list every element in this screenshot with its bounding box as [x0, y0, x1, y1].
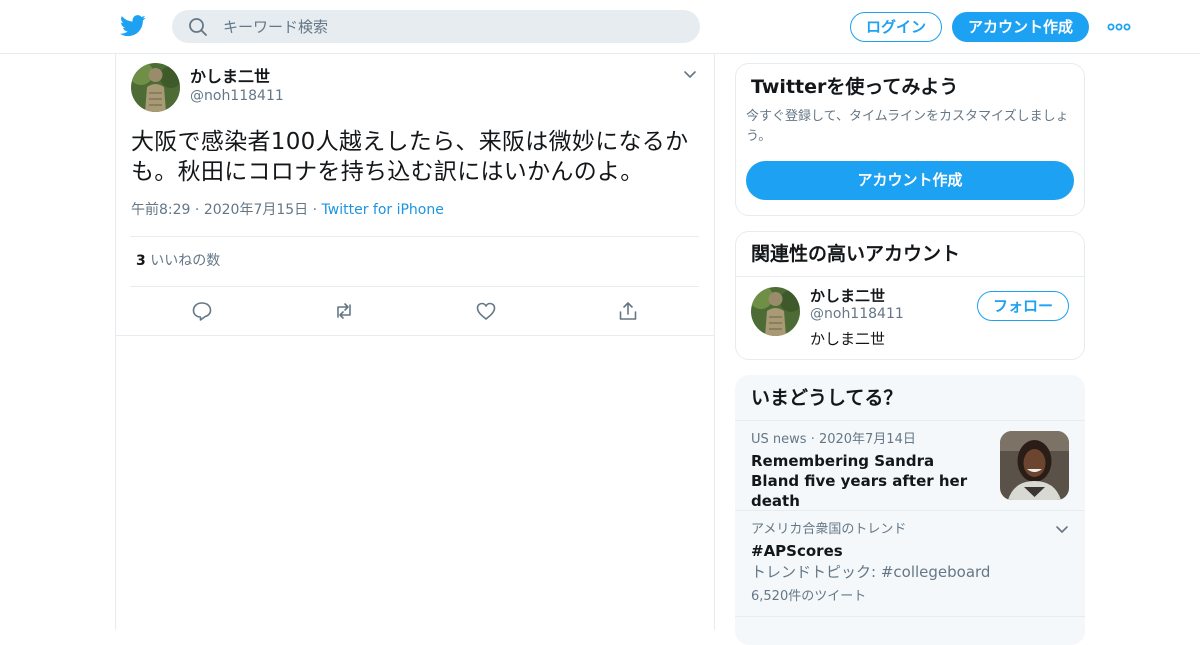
- related-account-name[interactable]: かしま二世: [810, 286, 885, 306]
- reply-icon[interactable]: [191, 300, 213, 322]
- news-date: 2020年7月14日: [818, 432, 916, 447]
- likes-count: 3: [136, 253, 146, 269]
- news-headline[interactable]: Remembering Sandra Bland five years afte…: [751, 451, 986, 511]
- signup-card-description: 今すぐ登録して、タイムラインをカスタマイズしましょう。: [746, 109, 1069, 144]
- chevron-down-icon[interactable]: [1055, 525, 1069, 535]
- meta-separator: ·: [312, 202, 322, 218]
- likes-label: いいねの数: [150, 253, 221, 269]
- avatar[interactable]: [131, 63, 180, 112]
- more-dots-icon[interactable]: [1107, 23, 1131, 31]
- search-input[interactable]: キーワード検索: [223, 17, 328, 37]
- search-icon: [189, 18, 207, 36]
- related-account-handle[interactable]: @noh118411: [810, 305, 904, 324]
- meta-separator: ·: [194, 202, 204, 218]
- news-thumbnail[interactable]: [1000, 431, 1069, 500]
- divider: [130, 236, 699, 237]
- likes-stat[interactable]: 3 いいねの数: [136, 251, 220, 271]
- related-accounts-title: 関連性の高いアカウント: [751, 243, 961, 265]
- related-account-bio: かしま二世: [810, 330, 886, 348]
- like-icon[interactable]: [475, 300, 497, 322]
- author-handle[interactable]: @noh118411: [190, 87, 284, 105]
- trend-tweet-count: 6,520件のツイート: [751, 589, 867, 604]
- author-name[interactable]: かしま二世: [190, 67, 270, 87]
- news-source: US news: [751, 432, 807, 447]
- tweet-text: 大阪で感染者100人越えしたら、来阪は微妙になるかも。秋田にコロナを持ち込む訳に…: [131, 129, 689, 185]
- signup-button[interactable]: アカウント作成: [952, 12, 1089, 42]
- login-button[interactable]: ログイン: [850, 12, 942, 42]
- search-bar[interactable]: キーワード検索: [172, 10, 700, 43]
- tweet-meta: 午前8:29 · 2020年7月15日 · Twitter for iPhone: [131, 200, 444, 220]
- meta-separator: ·: [810, 432, 819, 447]
- tweet-source-link[interactable]: Twitter for iPhone: [322, 202, 444, 218]
- news-meta: US news · 2020年7月14日: [751, 431, 916, 449]
- retweet-icon[interactable]: [333, 300, 355, 322]
- signup-card-button[interactable]: アカウント作成: [746, 161, 1074, 200]
- share-icon[interactable]: [617, 300, 639, 322]
- divider: [735, 510, 1085, 511]
- chevron-down-icon[interactable]: [683, 70, 697, 80]
- twitter-bird-icon[interactable]: [120, 14, 146, 38]
- divider: [116, 335, 714, 336]
- tweet-date[interactable]: 2020年7月15日: [204, 202, 308, 218]
- divider: [130, 286, 699, 287]
- divider: [735, 420, 1085, 421]
- divider: [735, 616, 1085, 617]
- signup-card-title: Twitterを使ってみよう: [751, 76, 959, 98]
- trend-hashtag[interactable]: #APScores: [751, 541, 843, 561]
- trend-topic: トレンドトピック: #collegeboard: [751, 563, 991, 581]
- avatar[interactable]: [751, 287, 800, 336]
- divider: [736, 276, 1084, 277]
- trend-context: アメリカ合衆国のトレンド: [751, 522, 907, 537]
- happening-title: いまどうしてる？: [751, 387, 903, 409]
- follow-button[interactable]: フォロー: [977, 291, 1069, 321]
- tweet-time[interactable]: 午前8:29: [131, 202, 190, 218]
